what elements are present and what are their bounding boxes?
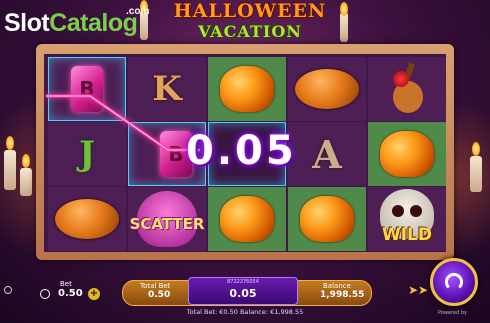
round-id: 8722276054 xyxy=(227,279,259,285)
footer-status: Total Bet: €0.50 Balance: €1,998.55 xyxy=(186,308,304,316)
balance-label: Balance xyxy=(323,282,351,290)
bet-increase-button[interactable]: + xyxy=(88,288,100,300)
menu-icon[interactable] xyxy=(4,286,12,294)
total-bet-label: Total Bet xyxy=(140,282,171,290)
spin-button[interactable] xyxy=(430,258,478,306)
win-display-value: 0.05 xyxy=(229,287,257,300)
balance-value: 1,998.55 xyxy=(320,290,365,300)
coin-icon[interactable] xyxy=(40,289,50,299)
win-amount: 0.05 xyxy=(186,128,297,174)
turbo-icon[interactable]: ➤➤ xyxy=(408,283,428,297)
bet-control: Bet 0.50 + xyxy=(36,276,106,306)
spin-icon xyxy=(445,273,463,291)
bet-label: Bet xyxy=(60,280,72,288)
bet-value: 0.50 xyxy=(58,288,83,299)
win-display: 8722276054 0.05 xyxy=(188,277,298,305)
total-bet-value: 0.50 xyxy=(148,290,171,300)
powered-by: Powered by xyxy=(438,310,467,316)
